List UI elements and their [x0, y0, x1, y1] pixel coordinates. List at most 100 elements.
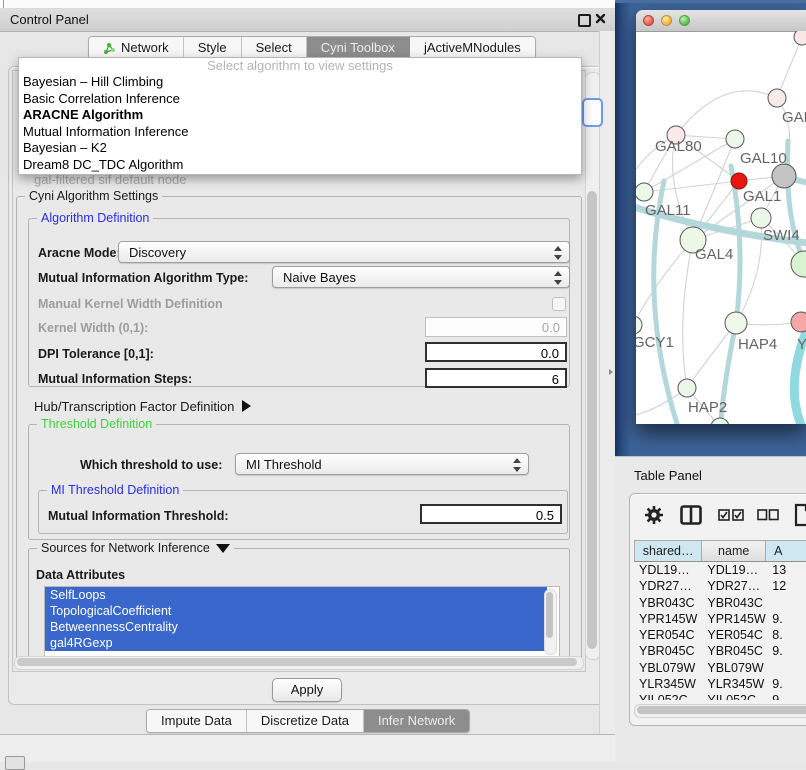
data-attributes-list[interactable]: SelfLoopsTopologicalCoefficientBetweenne…: [44, 586, 560, 657]
attribute-list-item[interactable]: BetweennessCentrality: [45, 619, 547, 635]
manual-kernel-width-checkbox[interactable]: [552, 297, 566, 311]
network-node-gal1[interactable]: [731, 173, 747, 189]
scrollbar-thumb[interactable]: [637, 706, 806, 714]
network-node-gal11[interactable]: [636, 183, 653, 201]
table-row[interactable]: YDL19…YDL19…13: [634, 562, 806, 578]
algorithm-definition-title: Algorithm Definition: [37, 211, 153, 225]
network-node-hap2[interactable]: [678, 379, 696, 397]
network-node-gcy1[interactable]: [636, 316, 642, 334]
table-row[interactable]: YBL079WYBL079W: [634, 660, 806, 676]
node-label: GAL80: [655, 138, 702, 155]
aracne-mode-label: Aracne Mode:: [38, 246, 121, 260]
node-label: GAL: [782, 109, 806, 126]
table-cell: YDL19…: [634, 562, 702, 578]
checked-boxes-icon[interactable]: [718, 509, 744, 521]
zoom-traffic-light-icon[interactable]: [679, 15, 690, 26]
table-row[interactable]: YER054CYER054C8.: [634, 627, 806, 643]
network-window-titlebar[interactable]: [636, 10, 806, 32]
document-icon[interactable]: [794, 503, 806, 527]
top-strip: [0, 0, 615, 9]
attribute-list-item[interactable]: TopologicalCoefficient: [45, 603, 547, 619]
divider-tick: [3, 0, 4, 8]
which-threshold-label: Which threshold to use:: [80, 458, 222, 472]
unchecked-boxes-icon[interactable]: [757, 509, 779, 521]
minimize-traffic-light-icon[interactable]: [661, 15, 672, 26]
dropdown-item[interactable]: ARACNE Algorithm: [19, 107, 581, 124]
kernel-width-input[interactable]: 0.0: [425, 317, 567, 337]
panel-gutter: [599, 31, 616, 734]
network-node-y[interactable]: [791, 312, 806, 332]
dropdown-item[interactable]: Basic Correlation Inference: [19, 91, 581, 108]
network-node-swi4[interactable]: [751, 208, 771, 228]
table-cell: YBR045C: [702, 643, 767, 659]
column-header-partial[interactable]: A: [766, 541, 806, 561]
node-label: GCY1: [636, 334, 674, 351]
combo-stepper-icon: [554, 246, 562, 260]
dropdown-item[interactable]: Bayesian – Hill Climbing: [19, 74, 581, 91]
dropdown-item[interactable]: Mutual Information Inference: [19, 124, 581, 141]
table-body: YDL19…YDL19…13YDR27…YDR27…12YBR043CYBR04…: [634, 562, 806, 700]
float-window-icon[interactable]: [578, 14, 591, 27]
tab-network[interactable]: Network: [89, 37, 184, 59]
tab-label: Select: [256, 37, 292, 59]
attribute-list-item[interactable]: SelfLoops: [45, 587, 547, 603]
dropdown-item[interactable]: Bayesian – K2: [19, 140, 581, 157]
table-row[interactable]: YBR045CYBR045C9.: [634, 643, 806, 659]
which-threshold-value: MI Threshold: [246, 457, 322, 472]
network-node-gal[interactable]: [768, 89, 786, 107]
tab-label: Infer Network: [378, 710, 455, 732]
tab-cyni-toolbox[interactable]: Cyni Toolbox: [307, 37, 410, 59]
dropdown-item[interactable]: Dream8 DC_TDC Algorithm: [19, 157, 581, 174]
node-table: shared… name A YDL19…YDL19…13YDR27…YDR27…: [634, 540, 806, 700]
close-traffic-light-icon[interactable]: [643, 15, 654, 26]
table-horizontal-scrollbar[interactable]: [634, 704, 806, 718]
settings-horizontal-scrollbar[interactable]: [14, 656, 584, 670]
column-header-shared-name[interactable]: shared…: [635, 541, 702, 561]
mi-algorithm-type-value: Naive Bayes: [283, 270, 356, 285]
table-panel-container: shared… name A YDL19…YDL19…13YDR27…YDR27…: [629, 493, 806, 726]
scrollbar-thumb[interactable]: [17, 658, 577, 666]
minimized-panel-button[interactable]: [5, 756, 25, 770]
tab-style[interactable]: Style: [184, 37, 242, 59]
tab-select[interactable]: Select: [242, 37, 307, 59]
which-threshold-combo[interactable]: MI Threshold: [235, 453, 529, 475]
table-cell: [767, 660, 806, 676]
attribute-list-item[interactable]: gal4RGexp: [45, 635, 547, 651]
mi-algorithm-type-combo[interactable]: Naive Bayes: [272, 266, 570, 288]
network-view-window[interactable]: GALGAL80GAL10GAL1GAL11SWI4GAL4GCY1HAP4YH…: [636, 10, 806, 424]
aracne-mode-combo[interactable]: Discovery: [118, 241, 570, 263]
columns-icon[interactable]: [680, 505, 702, 525]
mi-steps-label: Mutual Information Steps:: [38, 372, 192, 386]
sources-toggle[interactable]: Sources for Network Inference: [37, 541, 234, 555]
network-node[interactable]: [772, 164, 796, 188]
mi-steps-input[interactable]: 6: [425, 368, 567, 388]
table-row[interactable]: YLR345WYLR345W9.: [634, 676, 806, 692]
table-cell: YDR27…: [702, 578, 767, 594]
attributes-scrollbar[interactable]: [544, 589, 557, 655]
close-icon[interactable]: [595, 13, 606, 24]
hub-definition-toggle[interactable]: Hub/Transcription Factor Definition: [34, 399, 251, 414]
network-canvas[interactable]: GALGAL80GAL10GAL1GAL11SWI4GAL4GCY1HAP4YH…: [636, 31, 806, 424]
table-row[interactable]: YBR043CYBR043C: [634, 595, 806, 611]
table-row[interactable]: YDR27…YDR27…12: [634, 578, 806, 594]
network-node-gal10[interactable]: [726, 130, 744, 148]
gear-icon[interactable]: [644, 505, 664, 525]
table-row[interactable]: YPR145WYPR145W9.: [634, 611, 806, 627]
network-node[interactable]: [794, 31, 806, 45]
network-node-hap4[interactable]: [725, 312, 747, 334]
tab-impute-data[interactable]: Impute Data: [147, 710, 247, 732]
tab-infer-network[interactable]: Infer Network: [364, 710, 469, 732]
network-node[interactable]: [791, 251, 806, 277]
tab-discretize-data[interactable]: Discretize Data: [247, 710, 364, 732]
dpi-tolerance-input[interactable]: 0.0: [425, 342, 567, 362]
column-header-name[interactable]: name: [702, 541, 766, 561]
table-row[interactable]: YIL052CYIL052C9: [634, 692, 806, 700]
table-toolbar: [630, 494, 806, 538]
scrollbar-thumb[interactable]: [587, 191, 597, 649]
mi-threshold-label: Mutual Information Threshold:: [48, 509, 229, 523]
bottom-tab-bar: Impute DataDiscretize Data Infer Network: [146, 709, 470, 733]
tab-jactivemnodules[interactable]: jActiveMNodules: [410, 37, 535, 59]
apply-button[interactable]: Apply: [272, 678, 342, 702]
node-label: HAP4: [738, 336, 777, 353]
mi-threshold-input[interactable]: 0.5: [420, 504, 562, 524]
